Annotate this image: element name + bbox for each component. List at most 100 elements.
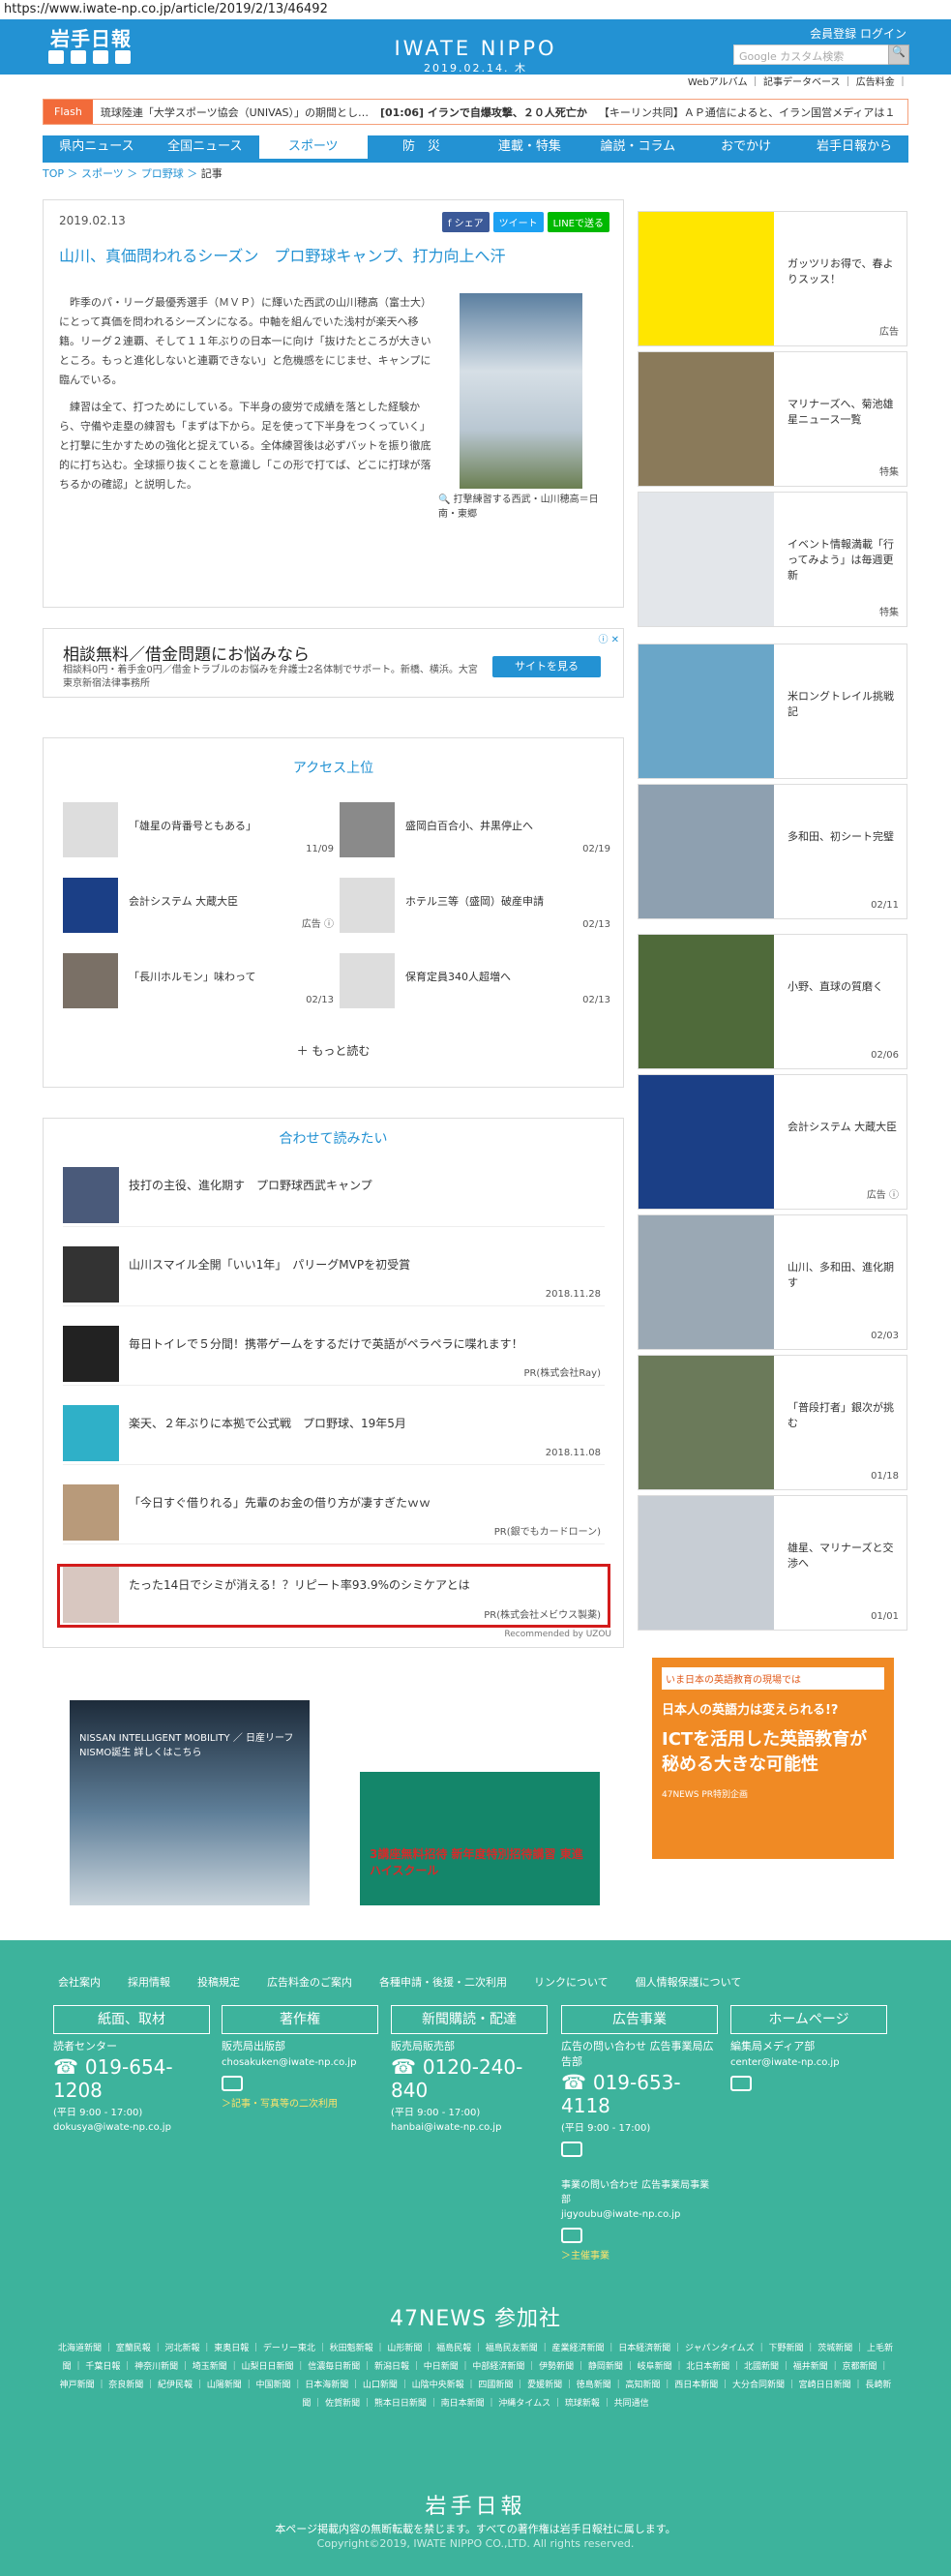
footer-link[interactable]: 投稿規定 bbox=[197, 1974, 240, 1990]
nav-item[interactable]: 岩手日報から bbox=[800, 135, 908, 159]
ranking-item[interactable]: 盛岡白百合小、井黒停止へ 02/19 bbox=[340, 802, 610, 860]
ranking-item[interactable]: 「長川ホルモン」味わって 02/13 bbox=[63, 953, 334, 1011]
ranking-item[interactable]: 会計システム 大蔵大臣 広告 ⓘ bbox=[63, 878, 334, 936]
sub-links[interactable]: Webアルバム ｜ 記事データベース ｜ 広告料金 ｜ bbox=[580, 75, 907, 92]
sidebar-title[interactable]: ガッツリお得で、春よりスッス！ bbox=[788, 256, 899, 287]
sidebar-title[interactable]: 会計システム 大蔵大臣 bbox=[788, 1120, 899, 1135]
toshin-ad[interactable]: 3講座無料招待 新年度特別招待講習 東進ハイスクール bbox=[360, 1700, 600, 1905]
nav-item[interactable]: おでかけ bbox=[692, 135, 800, 159]
sidebar-item[interactable]: 「普段打者」銀次が挑む 01/18 bbox=[638, 1355, 907, 1490]
ranking-title[interactable]: 「長川ホルモン」味わって bbox=[129, 969, 255, 984]
related-item[interactable]: 楽天、２年ぶりに本拠で公式戦 プロ野球、19年5月 2018.11.08 bbox=[63, 1405, 605, 1465]
footer-link[interactable]: 各種申請・後援・二次利用 bbox=[379, 1974, 507, 1990]
uzou-credit[interactable]: Recommended by UZOU bbox=[504, 1630, 611, 1639]
sidebar-item[interactable]: 会計システム 大蔵大臣 広告 ⓘ bbox=[638, 1074, 907, 1210]
email-link[interactable]: center@iwate-np.co.jp bbox=[730, 2057, 887, 2068]
article-photo[interactable] bbox=[460, 293, 582, 489]
photo-caption[interactable]: 🔍 打撃練習する西武・山川穂高＝日南・東郷 bbox=[438, 493, 610, 522]
footer-col-head[interactable]: 広告事業 bbox=[561, 2005, 718, 2034]
related-item[interactable]: 山川スマイル全開「いい1年」 パリーグMVPを初受賞 2018.11.28 bbox=[63, 1246, 605, 1306]
related-item[interactable]: 「今日すぐ借りれる」先輩のお金の借り方が凄すぎたｗｗ PR(銀でもカードローン) bbox=[63, 1484, 605, 1544]
ranking-title[interactable]: ホテル三等（盛岡）破産申請 bbox=[405, 893, 544, 909]
sidebar-item[interactable]: 米ロングトレイル挑戦記 bbox=[638, 644, 907, 779]
facebook-share-button[interactable]: f シェア bbox=[441, 212, 490, 232]
flash-news-ticker[interactable]: Flash 琉球陸連「大学スポーツ協会（UNIVAS）」の期間とし… [01:0… bbox=[43, 99, 908, 125]
line-share-button[interactable]: LINEで送る bbox=[547, 212, 609, 232]
nav-item[interactable]: 防 災 bbox=[368, 135, 476, 159]
address-bar[interactable]: https://www.iwate-np.co.jp/article/2019/… bbox=[0, 0, 951, 19]
flash-item[interactable]: 琉球陸連「大学スポーツ協会（UNIVAS）」の期間とし… bbox=[101, 105, 369, 120]
nav-item[interactable]: 論説・コラム bbox=[583, 135, 692, 159]
sidebar-title[interactable]: イベント情報満載「行ってみよう」は毎週更新 bbox=[788, 537, 899, 584]
email-link[interactable]: dokusya@iwate-np.co.jp bbox=[53, 2122, 210, 2133]
footer-link[interactable]: 個人情報保護について bbox=[636, 1974, 742, 1990]
footer-link[interactable]: 広告料金のご案内 bbox=[267, 1974, 352, 1990]
flash-item[interactable]: 【キーリン共同】ＡＰ通信によると、イラン国営メディアは１ bbox=[599, 105, 895, 120]
ranking-title[interactable]: 保育定員340人超増へ bbox=[405, 969, 511, 984]
flash-item[interactable]: [01:06] イランで自爆攻撃、２０人死亡か bbox=[380, 105, 587, 120]
sidebar-item[interactable]: 雄星、マリナーズと交渉へ 01/01 bbox=[638, 1495, 907, 1631]
related-title[interactable]: 毎日トイレで５分間！携帯ゲームをするだけで英語がペラペラに喋れます！ bbox=[129, 1335, 523, 1352]
sidebar-item[interactable]: 多和田、初シート完璧 02/11 bbox=[638, 784, 907, 919]
email-link[interactable]: hanbai@iwate-np.co.jp bbox=[391, 2122, 548, 2133]
sidebar-title[interactable]: 小野、直球の質磨く bbox=[788, 979, 899, 995]
related-title[interactable]: 楽天、２年ぶりに本拠で公式戦 プロ野球、19年5月 bbox=[129, 1415, 406, 1431]
events-link[interactable]: ＞主催事業 bbox=[561, 2247, 718, 2261]
related-title[interactable]: 技打の主役、進化期す プロ野球西武キャンプ bbox=[129, 1177, 372, 1193]
ranking-title[interactable]: 「雄星の背番号ともある」 bbox=[129, 818, 256, 833]
tweet-button[interactable]: ツイート bbox=[492, 212, 544, 232]
footer-col-head[interactable]: 紙面、取材 bbox=[53, 2005, 210, 2034]
sidebar-item[interactable]: ガッツリお得で、春よりスッス！ 広告 bbox=[638, 211, 907, 346]
mail-icon[interactable] bbox=[561, 2228, 582, 2243]
sidebar-title[interactable]: マリナーズへ、菊池雄星ニュース一覧 bbox=[788, 397, 899, 428]
sidebar-title[interactable]: 「普段打者」銀次が挑む bbox=[788, 1400, 899, 1431]
text-ad[interactable]: 相談無料／借金問題にお悩みなら 相談料0円・着手金0円／借金トラブルのお悩みを弁… bbox=[43, 628, 624, 698]
footer-link[interactable]: リンクについて bbox=[534, 1974, 609, 1990]
mail-icon[interactable] bbox=[730, 2076, 752, 2091]
more-button[interactable]: ＋ もっと読む bbox=[44, 1042, 623, 1059]
nav-item[interactable]: 連載・特集 bbox=[476, 135, 584, 159]
nav-item-active[interactable]: スポーツ bbox=[258, 135, 368, 159]
sidebar-title[interactable]: 米ロングトレイル挑戦記 bbox=[788, 689, 899, 720]
crumb-pro[interactable]: プロ野球 bbox=[141, 167, 184, 180]
email-link[interactable]: jigyoubu@iwate-np.co.jp bbox=[561, 2209, 718, 2220]
nav-item[interactable]: 県内ニュース bbox=[43, 135, 151, 159]
ad-title[interactable]: 相談無料／借金問題にお悩みなら bbox=[63, 641, 310, 665]
footer-col-head[interactable]: 著作権 bbox=[222, 2005, 378, 2034]
sidebar-title[interactable]: 雄星、マリナーズと交渉へ bbox=[788, 1541, 899, 1572]
sidebar-item[interactable]: イベント情報満載「行ってみよう」は毎週更新 特集 bbox=[638, 492, 907, 627]
related-item[interactable]: 毎日トイレで５分間！携帯ゲームをするだけで英語がペラペラに喋れます！ PR(株式会… bbox=[63, 1326, 605, 1386]
nav-item[interactable]: 全国ニュース bbox=[151, 135, 259, 159]
sidebar-item[interactable]: マリナーズへ、菊池雄星ニュース一覧 特集 bbox=[638, 351, 907, 487]
footer-col-head[interactable]: 新聞購読・配達 bbox=[391, 2005, 548, 2034]
crumb-top[interactable]: TOP bbox=[43, 167, 64, 180]
search-input[interactable]: Google カスタム検索 bbox=[733, 45, 890, 65]
newspaper-list[interactable]: 北海道新聞 ｜ 室蘭民報 ｜ 河北新報 ｜ 東奥日報 ｜ デーリー東北 ｜ 秋田… bbox=[58, 2340, 893, 2413]
sidebar-item[interactable]: 小野、直球の質磨く 02/06 bbox=[638, 934, 907, 1069]
sidebar-title[interactable]: 山川、多和田、進化期す bbox=[788, 1260, 899, 1291]
secondary-use-link[interactable]: ＞記事・写真等の二次利用 bbox=[222, 2095, 378, 2110]
related-title[interactable]: 山川スマイル全開「いい1年」 パリーグMVPを初受賞 bbox=[129, 1256, 410, 1273]
sidebar-title[interactable]: 多和田、初シート完璧 bbox=[788, 829, 899, 845]
ranking-title[interactable]: 会計システム 大蔵大臣 bbox=[129, 893, 238, 909]
crumb-sports[interactable]: スポーツ bbox=[81, 167, 124, 180]
ranking-title[interactable]: 盛岡白百合小、井黒停止へ bbox=[405, 818, 533, 833]
ad-button[interactable]: サイトを見る bbox=[492, 656, 601, 677]
footer-col-head[interactable]: ホームページ bbox=[730, 2005, 887, 2034]
related-title[interactable]: 「今日すぐ借りれる」先輩のお金の借り方が凄すぎたｗｗ bbox=[129, 1494, 431, 1511]
footer-logo[interactable]: 岩手日報 bbox=[0, 2489, 951, 2520]
sidebar-item[interactable]: 山川、多和田、進化期す 02/03 bbox=[638, 1214, 907, 1350]
ranking-item[interactable]: ホテル三等（盛岡）破産申請 02/13 bbox=[340, 878, 610, 936]
nissan-ad[interactable]: NISSAN INTELLIGENT MOBILITY ／ 日産リーフ NISM… bbox=[70, 1700, 310, 1905]
email-link[interactable]: chosakuken@iwate-np.co.jp bbox=[222, 2057, 378, 2068]
member-links[interactable]: 会員登録 ログイン bbox=[810, 25, 906, 42]
related-item[interactable]: 技打の主役、進化期す プロ野球西武キャンプ bbox=[63, 1167, 605, 1227]
search-icon[interactable]: 🔍 bbox=[888, 45, 909, 65]
mail-icon[interactable] bbox=[561, 2142, 582, 2157]
ict-english-ad[interactable]: いま日本の英語教育の現場では 日本人の英語力は変えられる!? ICTを活用した英… bbox=[652, 1658, 894, 1859]
mail-icon[interactable] bbox=[222, 2076, 243, 2091]
ranking-item[interactable]: 「雄星の背番号ともある」 11/09 bbox=[63, 802, 334, 860]
ad-close-icon[interactable]: ⓘ ✕ bbox=[598, 631, 619, 645]
footer-link[interactable]: 採用情報 bbox=[128, 1974, 170, 1990]
footer-link[interactable]: 会社案内 bbox=[58, 1974, 101, 1990]
